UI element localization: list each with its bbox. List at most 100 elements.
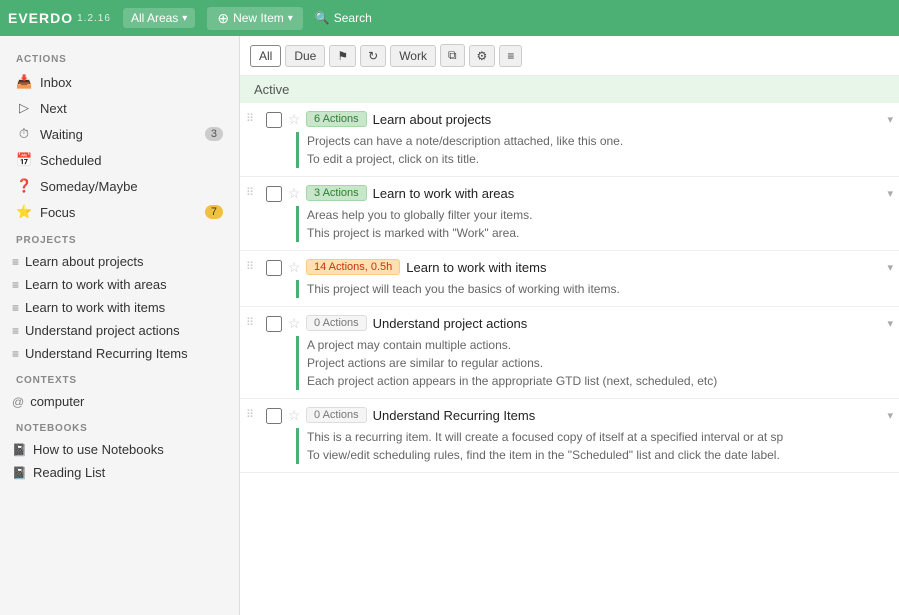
filter-work-button[interactable]: Work xyxy=(390,45,436,67)
project-title-1[interactable]: Learn about projects xyxy=(373,112,882,127)
project-chevron-5[interactable]: ▾ xyxy=(887,409,893,422)
project-checkbox-5[interactable] xyxy=(266,408,282,424)
project-description-4: A project may contain multiple actions. … xyxy=(296,336,899,390)
project-description-5: This is a recurring item. It will create… xyxy=(296,428,899,464)
star-button-3[interactable]: ☆ xyxy=(286,259,302,276)
actions-section-title: ACTIONS xyxy=(0,44,239,69)
sidebar-item-scheduled[interactable]: 📅 Scheduled xyxy=(0,147,239,173)
someday-icon: ❓ xyxy=(16,178,32,194)
star-button-2[interactable]: ☆ xyxy=(286,185,302,202)
filter-flag-button[interactable]: ⚑ xyxy=(329,45,356,67)
filter-settings-button[interactable]: ⚙ xyxy=(469,45,496,67)
project-badge-2[interactable]: 3 Actions xyxy=(306,185,367,201)
project-row-5: ⠿ ☆ 0 Actions Understand Recurring Items… xyxy=(240,399,899,473)
star-button-5[interactable]: ☆ xyxy=(286,407,302,424)
main-layout: ACTIONS 📥 Inbox ▷ Next ⏱ Waiting 3 📅 Sch… xyxy=(0,36,899,615)
notebook-icon: 📓 xyxy=(12,466,27,480)
project-icon: ≡ xyxy=(12,324,19,338)
project-main-4: ⠿ ☆ 0 Actions Understand project actions… xyxy=(240,307,899,336)
sidebar-notebook-2[interactable]: 📓 Reading List xyxy=(0,461,239,484)
project-badge-4[interactable]: 0 Actions xyxy=(306,315,367,331)
project-title-2[interactable]: Learn to work with areas xyxy=(373,186,882,201)
star-button-1[interactable]: ☆ xyxy=(286,111,302,128)
sidebar-item-someday[interactable]: ❓ Someday/Maybe xyxy=(0,173,239,199)
notebooks-section-title: NOTEBOOKS xyxy=(0,413,239,438)
sidebar-project-1[interactable]: ≡ Learn about projects xyxy=(0,250,239,273)
project-title-row-3: 14 Actions, 0.5h Learn to work with item… xyxy=(306,259,893,275)
project-chevron-4[interactable]: ▾ xyxy=(887,317,893,330)
project-badge-1[interactable]: 6 Actions xyxy=(306,111,367,127)
sidebar-notebook-1[interactable]: 📓 How to use Notebooks xyxy=(0,438,239,461)
waiting-icon: ⏱ xyxy=(16,126,32,142)
project-main-3: ⠿ ☆ 14 Actions, 0.5h Learn to work with … xyxy=(240,251,899,280)
project-title-row-2: 3 Actions Learn to work with areas ▾ xyxy=(306,185,893,201)
inbox-icon: 📥 xyxy=(16,74,32,90)
active-section-header: Active xyxy=(240,76,899,103)
new-item-button[interactable]: ⊕ New Item ▾ xyxy=(207,7,302,30)
project-title-5[interactable]: Understand Recurring Items xyxy=(373,408,882,423)
project-chevron-1[interactable]: ▾ xyxy=(887,113,893,126)
sidebar-project-3[interactable]: ≡ Learn to work with items xyxy=(0,296,239,319)
notebook-label: Reading List xyxy=(33,465,105,480)
sidebar-item-waiting[interactable]: ⏱ Waiting 3 xyxy=(0,121,239,147)
drag-handle[interactable]: ⠿ xyxy=(246,407,262,421)
sidebar-item-label: Focus xyxy=(40,205,197,220)
areas-label: All Areas xyxy=(131,11,178,25)
notebook-label: How to use Notebooks xyxy=(33,442,164,457)
search-label: Search xyxy=(334,11,372,25)
project-row-2: ⠿ ☆ 3 Actions Learn to work with areas ▾… xyxy=(240,177,899,251)
sidebar-project-5[interactable]: ≡ Understand Recurring Items xyxy=(0,342,239,365)
app-version: 1.2.16 xyxy=(77,13,111,24)
project-checkbox-2[interactable] xyxy=(266,186,282,202)
sidebar-project-4[interactable]: ≡ Understand project actions xyxy=(0,319,239,342)
waiting-badge: 3 xyxy=(205,127,223,141)
filter-bar: All Due ⚑ ↻ Work ⧉ ⚙ ≡ xyxy=(240,36,899,76)
project-label: Understand Recurring Items xyxy=(25,346,188,361)
sidebar-item-label: Waiting xyxy=(40,127,197,142)
filter-list-button[interactable]: ≡ xyxy=(499,45,522,67)
project-chevron-3[interactable]: ▾ xyxy=(887,261,893,274)
sidebar-item-label: Inbox xyxy=(40,75,223,90)
sidebar-context-computer[interactable]: @ computer xyxy=(0,390,239,413)
sidebar-item-focus[interactable]: ⭐ Focus 7 xyxy=(0,199,239,225)
sidebar-item-label: Scheduled xyxy=(40,153,223,168)
project-checkbox-3[interactable] xyxy=(266,260,282,276)
star-button-4[interactable]: ☆ xyxy=(286,315,302,332)
project-description-2: Areas help you to globally filter your i… xyxy=(296,206,899,242)
drag-handle[interactable]: ⠿ xyxy=(246,111,262,125)
filter-copy-button[interactable]: ⧉ xyxy=(440,44,465,67)
filter-all-button[interactable]: All xyxy=(250,45,281,67)
projects-section-title: PROJECTS xyxy=(0,225,239,250)
project-title-4[interactable]: Understand project actions xyxy=(373,316,882,331)
project-badge-3[interactable]: 14 Actions, 0.5h xyxy=(306,259,400,275)
app-name: EVERDO xyxy=(8,10,73,26)
project-main-1: ⠿ ☆ 6 Actions Learn about projects ▾ xyxy=(240,103,899,132)
project-main-5: ⠿ ☆ 0 Actions Understand Recurring Items… xyxy=(240,399,899,428)
drag-handle[interactable]: ⠿ xyxy=(246,315,262,329)
project-chevron-2[interactable]: ▾ xyxy=(887,187,893,200)
project-checkbox-1[interactable] xyxy=(266,112,282,128)
filter-due-button[interactable]: Due xyxy=(285,45,325,67)
areas-dropdown-button[interactable]: All Areas ▾ xyxy=(123,8,195,28)
project-title-row-1: 6 Actions Learn about projects ▾ xyxy=(306,111,893,127)
filter-repeat-button[interactable]: ↻ xyxy=(360,45,386,67)
project-checkbox-4[interactable] xyxy=(266,316,282,332)
project-description-1: Projects can have a note/description att… xyxy=(296,132,899,168)
sidebar-project-2[interactable]: ≡ Learn to work with areas xyxy=(0,273,239,296)
contexts-section-title: CONTEXTS xyxy=(0,365,239,390)
search-button[interactable]: 🔍 Search xyxy=(315,11,372,25)
content-area: All Due ⚑ ↻ Work ⧉ ⚙ ≡ Active ⠿ ☆ 6 Acti… xyxy=(240,36,899,615)
project-label: Understand project actions xyxy=(25,323,180,338)
project-icon: ≡ xyxy=(12,278,19,292)
scheduled-icon: 📅 xyxy=(16,152,32,168)
sidebar-item-inbox[interactable]: 📥 Inbox xyxy=(0,69,239,95)
drag-handle[interactable]: ⠿ xyxy=(246,185,262,199)
sidebar-item-label: Someday/Maybe xyxy=(40,179,223,194)
sidebar-item-next[interactable]: ▷ Next xyxy=(0,95,239,121)
sidebar: ACTIONS 📥 Inbox ▷ Next ⏱ Waiting 3 📅 Sch… xyxy=(0,36,240,615)
project-label: Learn about projects xyxy=(25,254,144,269)
project-title-3[interactable]: Learn to work with items xyxy=(406,260,881,275)
context-label: computer xyxy=(30,394,84,409)
project-badge-5[interactable]: 0 Actions xyxy=(306,407,367,423)
drag-handle[interactable]: ⠿ xyxy=(246,259,262,273)
